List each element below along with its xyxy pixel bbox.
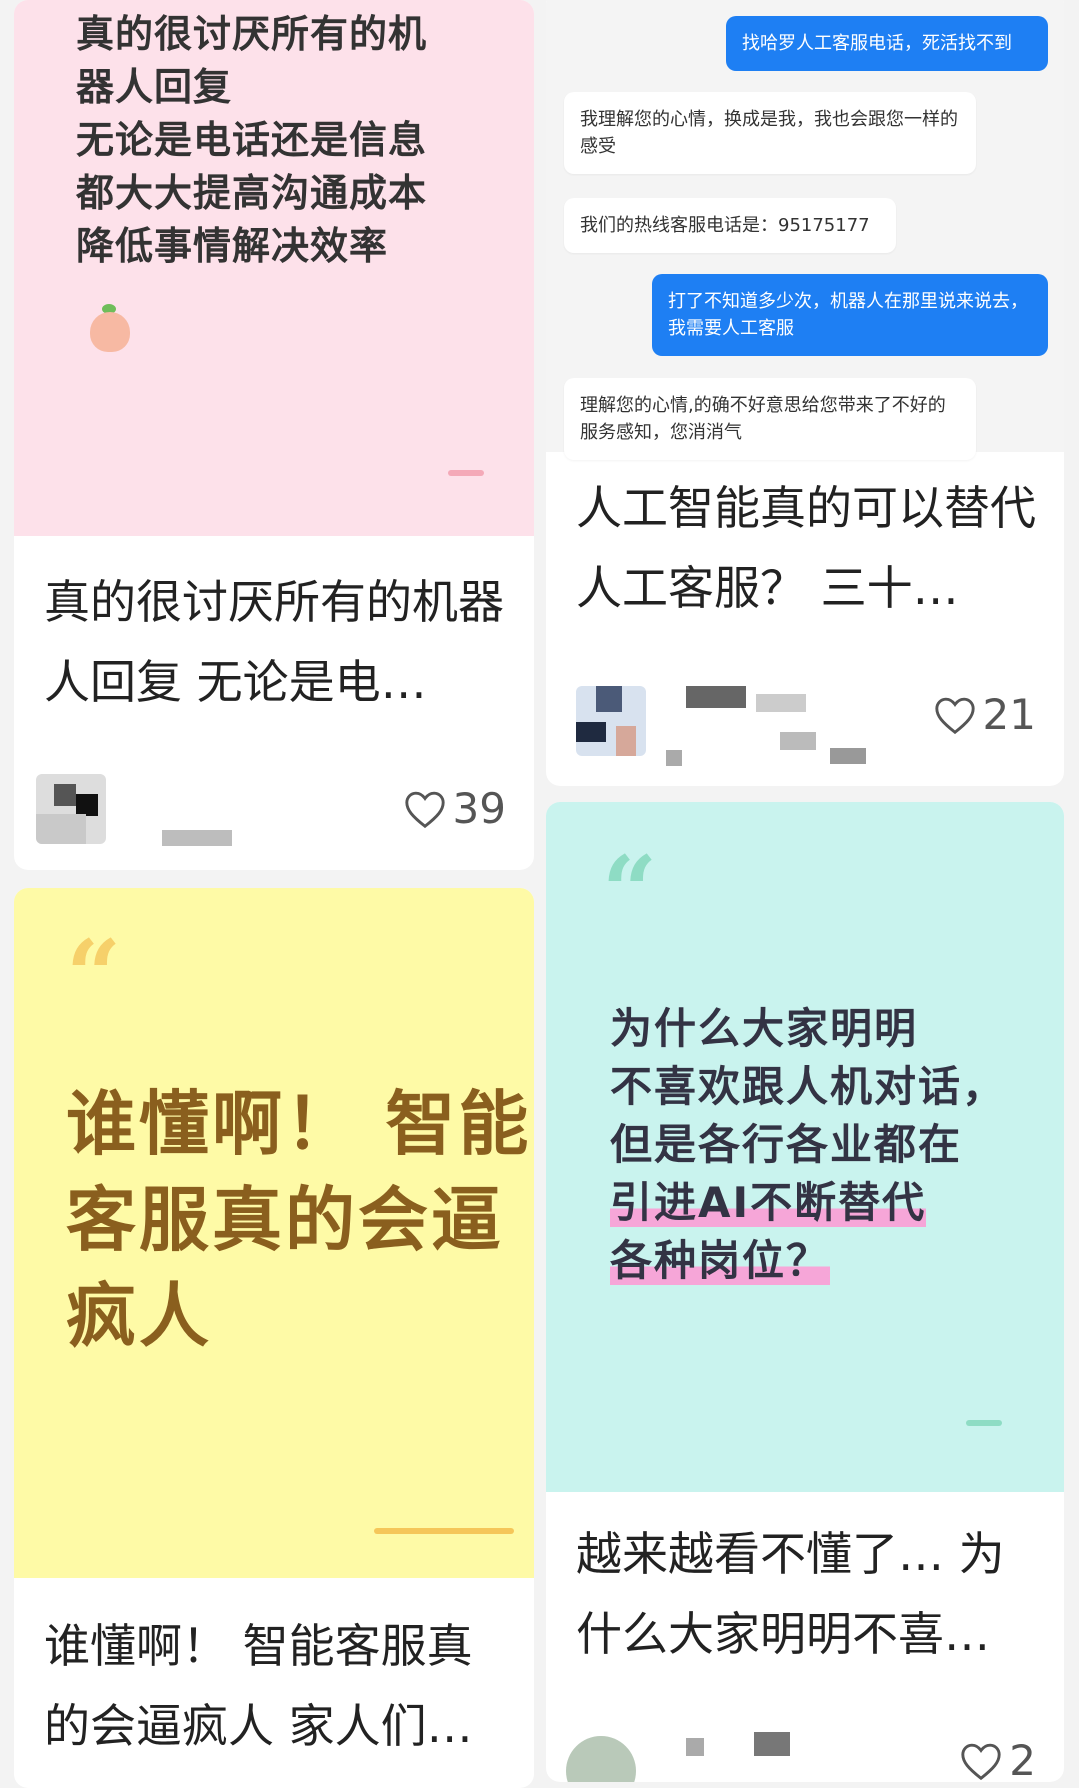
decor-dash bbox=[966, 1420, 1002, 1426]
chat-bubble-user: 找哈罗人工客服电话，死活找不到 bbox=[726, 16, 1048, 71]
chat-bubble-user: 打了不知道多少次，机器人在那里说来说去，我需要人工客服 bbox=[652, 274, 1048, 356]
cover-line-2: 客服真的会逼 bbox=[66, 1179, 504, 1261]
card-1-cover[interactable]: 真的很讨厌所有的机 器人回复 无论是电话还是信息 都大大提高沟通成本 降低事情解… bbox=[14, 0, 534, 536]
username-part bbox=[780, 732, 816, 750]
cover-line-2: 不喜欢跟人机对话， bbox=[610, 1062, 1007, 1111]
cover-line-4: 引进AI不断替代 bbox=[610, 1178, 927, 1227]
username-part bbox=[754, 1732, 790, 1756]
chat-bubble-bot: 我们的热线客服电话是：95175177 bbox=[564, 198, 896, 253]
cover-line-5: 各种岗位？ bbox=[610, 1236, 831, 1285]
username-part bbox=[666, 750, 682, 766]
heart-outline-icon bbox=[961, 1743, 1001, 1780]
chat-bubble-bot: 理解您的心情,的确不好意思给您带来了不好的服务感知，您消消气 bbox=[564, 378, 976, 460]
username-part bbox=[756, 694, 806, 712]
card-4-meta: 2 bbox=[546, 1712, 1064, 1782]
card-2-title[interactable]: 人工智能真的可以替代人工客服？ 三十… bbox=[576, 468, 1038, 628]
card-1-meta: 39 bbox=[14, 760, 534, 850]
quote-mark-icon: “ bbox=[66, 919, 122, 1032]
chat-bubble-bot: 我理解您的心情，换成是我，我也会跟您一样的感受 bbox=[564, 92, 976, 174]
username[interactable] bbox=[686, 686, 746, 708]
like-count: 21 bbox=[982, 690, 1036, 739]
card-1-title[interactable]: 真的很讨厌所有的机器人回复 无论是电… bbox=[44, 562, 508, 722]
like-button[interactable]: 21 bbox=[933, 690, 1036, 739]
cover-line-4: 都大大提高沟通成本 bbox=[76, 171, 428, 215]
card-4-title[interactable]: 越来越看不懂了… 为什么大家明明不喜… bbox=[576, 1514, 1038, 1674]
cover-line-2: 器人回复 bbox=[76, 65, 233, 109]
like-count: 2 bbox=[1009, 1736, 1036, 1782]
like-button[interactable]: 39 bbox=[403, 784, 506, 833]
avatar[interactable] bbox=[576, 686, 646, 756]
note-card-2[interactable]: 找哈罗人工客服电话，死活找不到 我理解您的心情，换成是我，我也会跟您一样的感受 … bbox=[546, 0, 1064, 786]
cover-text: 谁懂啊！ 智能 客服真的会逼 疯人 bbox=[66, 1076, 531, 1364]
username-part bbox=[830, 748, 866, 764]
card-2-meta: 21 bbox=[546, 680, 1064, 770]
quote-mark-icon: “ bbox=[602, 835, 658, 948]
cover-line-3: 无论是电话还是信息 bbox=[76, 118, 428, 162]
cover-line-1: 真的很讨厌所有的机 bbox=[76, 12, 428, 56]
avatar[interactable] bbox=[36, 774, 106, 844]
avatar[interactable] bbox=[566, 1736, 636, 1782]
card-3-title[interactable]: 谁懂啊！ 智能客服真的会逼疯人 家人们… bbox=[44, 1606, 508, 1766]
heart-outline-icon bbox=[404, 791, 445, 828]
cover-line-1: 为什么大家明明 bbox=[610, 1004, 919, 1053]
cover-text: 为什么大家明明 不喜欢跟人机对话， 但是各行各业都在 引进AI不断替代 各种岗位… bbox=[610, 1000, 1006, 1290]
decor-dash bbox=[448, 470, 484, 476]
like-count: 39 bbox=[452, 784, 506, 833]
username[interactable] bbox=[686, 1738, 704, 1756]
like-button[interactable]: 2 bbox=[959, 1736, 1036, 1782]
cover-line-5: 降低事情解决效率 bbox=[76, 224, 389, 268]
note-card-4[interactable]: “ 越来越看不懂了… 为什么大家明明不喜… 2 bbox=[546, 802, 1064, 1782]
note-card-1[interactable]: 真的很讨厌所有的机 器人回复 无论是电话还是信息 都大大提高沟通成本 降低事情解… bbox=[14, 0, 534, 870]
peach-face-emoji-icon bbox=[90, 312, 130, 352]
card-2-cover[interactable]: 找哈罗人工客服电话，死活找不到 我理解您的心情，换成是我，我也会跟您一样的感受 … bbox=[546, 0, 1064, 460]
cover-line-3: 但是各行各业都在 bbox=[610, 1120, 963, 1169]
decor-underline bbox=[374, 1528, 514, 1534]
username[interactable] bbox=[162, 830, 232, 846]
cover-line-1: 谁懂啊！ 智能 bbox=[66, 1083, 532, 1165]
cover-line-3: 疯人 bbox=[66, 1275, 212, 1357]
cover-text: 真的很讨厌所有的机 器人回复 无论是电话还是信息 都大大提高沟通成本 降低事情解… bbox=[76, 8, 427, 273]
heart-outline-icon bbox=[934, 697, 975, 734]
